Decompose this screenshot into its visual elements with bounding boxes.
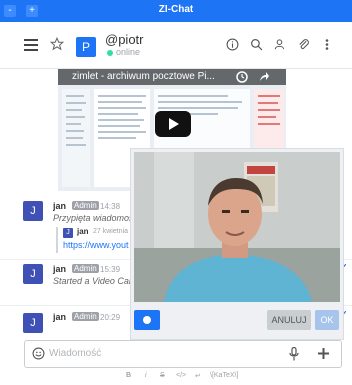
status-text: online (116, 47, 141, 57)
play-button[interactable] (155, 111, 191, 137)
user-avatar[interactable]: J (23, 264, 43, 284)
webcam-person-image (134, 152, 340, 302)
record-button[interactable] (134, 310, 160, 330)
message-composer[interactable]: Wiadomość (24, 340, 342, 368)
window-titlebar: - + ZI-Chat (0, 0, 352, 22)
ok-button[interactable]: OK (315, 310, 339, 330)
message-time: 20:29 (100, 313, 121, 322)
menu-icon[interactable] (24, 39, 38, 51)
watch-later-icon[interactable] (236, 71, 248, 83)
search-icon[interactable] (250, 38, 263, 51)
window-title: ZI-Chat (158, 4, 194, 15)
quote-date: 27 kwietnia (93, 228, 129, 235)
quote-border (56, 227, 58, 253)
online-status-icon (107, 49, 113, 56)
user-avatar[interactable]: J (23, 313, 43, 333)
webcam-video (134, 152, 340, 302)
members-icon[interactable] (274, 39, 285, 50)
katex-button[interactable]: \[KaTeX\] (210, 372, 238, 379)
quote-username: jan (77, 227, 89, 236)
video-call-window[interactable]: ANULUJ OK (130, 148, 344, 340)
message-username[interactable]: jan (53, 264, 66, 274)
message-input[interactable]: Wiadomość (49, 348, 101, 359)
message-time: 14:38 (100, 202, 121, 211)
share-icon[interactable] (258, 71, 270, 83)
multiline-code-button[interactable]: ↵ (195, 372, 201, 380)
room-username[interactable]: @piotr (105, 32, 144, 47)
microphone-icon[interactable] (289, 347, 299, 361)
role-badge: Admin (72, 201, 99, 210)
quote-link[interactable]: https://www.yout (63, 240, 129, 250)
plus-icon[interactable] (318, 348, 329, 359)
attachment-icon[interactable] (297, 37, 310, 51)
cancel-button[interactable]: ANULUJ (267, 310, 311, 330)
italic-button[interactable]: i (145, 372, 147, 379)
message-time: 15:39 (100, 265, 121, 274)
kebab-menu-icon[interactable] (325, 39, 329, 50)
video-title-bar: zimlet - archiwum pocztowe Pi... (58, 69, 286, 85)
message-username[interactable]: jan (53, 201, 66, 211)
message-text: Przypięta wiadomoś (53, 213, 134, 223)
info-icon[interactable] (226, 38, 239, 51)
presence-status: online (107, 47, 140, 57)
room-avatar[interactable]: P (76, 37, 96, 57)
role-badge: Admin (72, 264, 99, 273)
bold-button[interactable]: B (126, 372, 131, 379)
quote-avatar: J (63, 228, 73, 238)
room-header (0, 22, 352, 69)
video-title: zimlet - archiwum pocztowe Pi... (72, 71, 215, 82)
code-button[interactable]: </> (176, 372, 186, 379)
emoji-icon[interactable] (32, 347, 45, 360)
star-icon[interactable] (50, 37, 64, 51)
message-username[interactable]: jan (53, 312, 66, 322)
user-avatar[interactable]: J (23, 201, 43, 221)
message-text: Started a Video Call (53, 276, 133, 286)
role-badge: Admin (72, 312, 99, 321)
strike-button[interactable]: S (160, 372, 165, 379)
